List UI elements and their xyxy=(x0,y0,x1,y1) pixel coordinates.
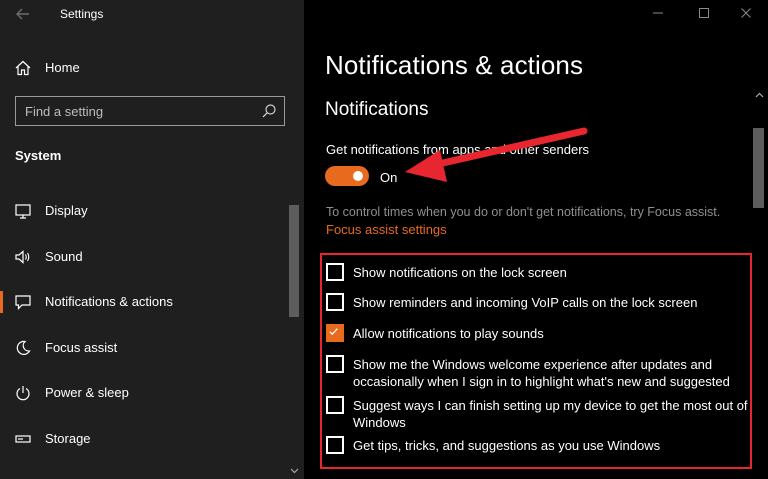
sidebar-item-label: Sound xyxy=(45,249,83,264)
power-icon xyxy=(16,386,30,401)
main-scrollbar-thumb[interactable] xyxy=(753,128,764,208)
sidebar-item-focus-assist[interactable]: Focus assist xyxy=(0,329,290,367)
sidebar: Settings Home Find a setting System Disp… xyxy=(0,0,304,479)
main-panel: Notifications & actions Notifications Ge… xyxy=(304,0,768,479)
checkbox-label: Suggest ways I can finish setting up my … xyxy=(353,398,748,430)
checkbox-label: Show notifications on the lock screen xyxy=(353,265,567,280)
toggle-state-label: On xyxy=(380,170,398,185)
storage-icon xyxy=(15,435,31,443)
settings-window: Settings Home Find a setting System Disp… xyxy=(0,0,768,479)
sidebar-item-power-sleep[interactable]: Power & sleep xyxy=(0,374,290,412)
sidebar-item-label: Notifications & actions xyxy=(45,294,173,309)
checkmark-icon xyxy=(329,328,338,336)
checkbox-label: Allow notifications to play sounds xyxy=(353,326,544,341)
notifications-toggle[interactable] xyxy=(325,166,369,186)
sidebar-item-label: Focus assist xyxy=(45,340,118,355)
checkbox-label: Show me the Windows welcome experience a… xyxy=(353,357,730,389)
selected-indicator xyxy=(0,291,3,313)
get-notifications-label: Get notifications from apps and other se… xyxy=(326,142,590,157)
checkbox[interactable] xyxy=(326,436,344,454)
sidebar-item-label: Display xyxy=(45,203,88,218)
search-input[interactable]: Find a setting xyxy=(15,96,285,126)
search-placeholder: Find a setting xyxy=(25,104,104,119)
app-title: Settings xyxy=(60,7,104,21)
sidebar-item-sound[interactable]: Sound xyxy=(0,238,290,276)
sidebar-item-label: Power & sleep xyxy=(45,385,129,400)
sidebar-item-storage[interactable]: Storage xyxy=(0,420,290,458)
moon-icon xyxy=(16,340,31,355)
speaker-icon xyxy=(15,250,30,264)
sidebar-section-title: System xyxy=(15,148,62,163)
toggle-knob xyxy=(353,171,363,181)
notification-icon xyxy=(15,295,31,310)
focus-assist-hint: To control times when you do or don't ge… xyxy=(326,205,721,219)
checkbox-label: Show reminders and incoming VoIP calls o… xyxy=(353,295,698,310)
sidebar-item-label: Storage xyxy=(45,431,91,446)
checkbox[interactable] xyxy=(326,324,344,342)
home-icon xyxy=(15,60,31,76)
checkbox[interactable] xyxy=(326,396,344,414)
maximize-icon[interactable] xyxy=(696,5,712,21)
checkbox[interactable] xyxy=(326,293,344,311)
search-icon[interactable] xyxy=(261,103,277,119)
checkbox[interactable] xyxy=(326,263,344,281)
minimize-icon[interactable] xyxy=(650,5,666,21)
page-title: Notifications & actions xyxy=(325,50,584,80)
chevron-up-icon[interactable] xyxy=(755,91,764,100)
sidebar-item-home[interactable]: Home xyxy=(0,52,304,84)
sidebar-scrollbar-thumb[interactable] xyxy=(289,205,299,317)
focus-assist-settings-link[interactable]: Focus assist settings xyxy=(326,222,447,237)
chevron-down-icon[interactable] xyxy=(290,466,299,475)
back-arrow-icon[interactable] xyxy=(14,5,32,23)
sidebar-item-display[interactable]: Display xyxy=(0,192,290,230)
section-title: Notifications xyxy=(325,99,429,120)
close-icon[interactable] xyxy=(738,5,754,21)
sidebar-item-home-label: Home xyxy=(45,60,80,75)
monitor-icon xyxy=(15,204,31,219)
checkbox-label: Get tips, tricks, and suggestions as you… xyxy=(353,438,661,453)
sidebar-item-notifications[interactable]: Notifications & actions xyxy=(0,283,290,321)
checkbox[interactable] xyxy=(326,355,344,373)
title-bar: Settings xyxy=(0,0,304,30)
